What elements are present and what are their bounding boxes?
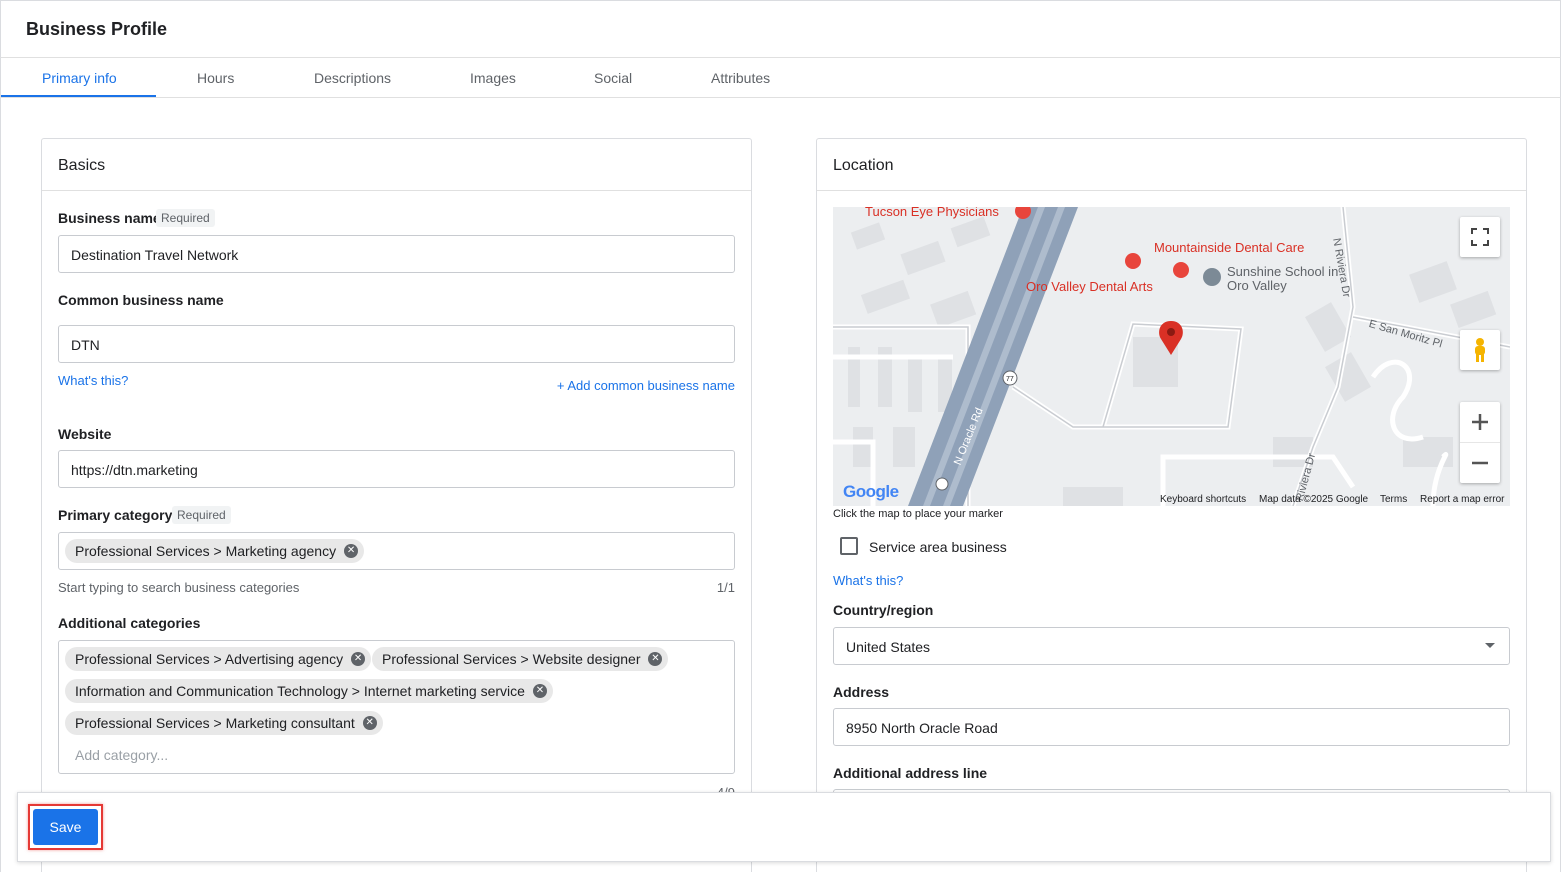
- remove-chip-icon[interactable]: ✕: [351, 652, 366, 666]
- country-value: United States: [846, 639, 931, 655]
- chip-label: Professional Services > Advertising agen…: [75, 651, 344, 667]
- category-chip: Professional Services > Website designer…: [372, 647, 669, 671]
- primary-category-label: Primary category: [58, 507, 173, 523]
- map-school-label[interactable]: Sunshine School in Oro Valley: [1227, 265, 1347, 293]
- required-badge: Required: [156, 209, 215, 227]
- page-header: Business Profile: [0, 0, 1561, 58]
- zoom-controls: [1460, 402, 1500, 483]
- report-map-error-link[interactable]: Report a map error: [1420, 494, 1504, 505]
- chip-label: Information and Communication Technology…: [75, 683, 525, 699]
- keyboard-shortcuts-link[interactable]: Keyboard shortcuts: [1160, 494, 1246, 505]
- service-area-checkbox[interactable]: [840, 537, 858, 555]
- zoom-in-icon[interactable]: [1460, 403, 1500, 443]
- save-button[interactable]: Save: [33, 809, 98, 845]
- route-shield-label: 77: [1006, 376, 1014, 383]
- chevron-down-icon: [1485, 643, 1495, 648]
- category-chip: Professional Services > Advertising agen…: [65, 647, 372, 671]
- additional-categories-input[interactable]: Professional Services > Advertising agen…: [58, 640, 735, 774]
- chip-label: Professional Services > Website designer: [382, 651, 641, 667]
- page-title: Business Profile: [26, 19, 168, 39]
- category-chip: Professional Services > Marketing consul…: [65, 711, 383, 735]
- basics-title: Basics: [58, 157, 106, 174]
- active-tab-indicator: [1, 95, 156, 97]
- additional-categories-label: Additional categories: [58, 615, 201, 631]
- chip-label: Professional Services > Marketing consul…: [75, 715, 355, 731]
- common-name-input[interactable]: DTN: [58, 325, 735, 363]
- basics-card: Basics Business name Required Destinatio…: [41, 138, 752, 872]
- primary-category-input[interactable]: Professional Services > Marketing agency…: [58, 532, 735, 570]
- remove-chip-icon[interactable]: ✕: [532, 684, 547, 698]
- tab-attributes[interactable]: Attributes: [711, 70, 770, 86]
- whats-this-link[interactable]: What's this?: [833, 573, 903, 588]
- website-input[interactable]: https://dtn.marketing: [58, 450, 735, 488]
- business-name-value: Destination Travel Network: [71, 247, 239, 263]
- whats-this-link[interactable]: What's this?: [58, 373, 128, 388]
- add-category-placeholder[interactable]: Add category...: [75, 747, 168, 763]
- google-logo: Google: [843, 482, 899, 501]
- card-divider: [817, 190, 1526, 191]
- common-name-label: Common business name: [58, 292, 224, 308]
- website-value: https://dtn.marketing: [71, 462, 198, 478]
- category-chip: Information and Communication Technology…: [65, 679, 553, 703]
- zoom-out-icon[interactable]: [1460, 443, 1500, 483]
- tab-hours[interactable]: Hours: [197, 70, 234, 86]
- category-count: 1/1: [716, 580, 735, 595]
- tab-images[interactable]: Images: [470, 70, 516, 86]
- country-select[interactable]: United States: [833, 627, 1510, 665]
- country-label: Country/region: [833, 602, 934, 618]
- tab-descriptions[interactable]: Descriptions: [314, 70, 391, 86]
- additional-address-label: Additional address line: [833, 765, 988, 781]
- required-badge: Required: [172, 506, 231, 524]
- card-divider: [42, 190, 751, 191]
- map-hint: Click the map to place your marker: [833, 508, 1003, 520]
- save-bar: Save: [17, 792, 1551, 862]
- category-hint: Start typing to search business categori…: [58, 580, 300, 595]
- common-name-value: DTN: [71, 337, 100, 353]
- business-name-input[interactable]: Destination Travel Network: [58, 235, 735, 273]
- remove-chip-icon[interactable]: ✕: [362, 716, 377, 730]
- fullscreen-icon[interactable]: [1460, 217, 1500, 257]
- map-data-attribution: Map data ©2025 Google: [1259, 494, 1369, 505]
- location-title: Location: [833, 157, 894, 174]
- location-map[interactable]: Tucson Eye Physicians Mountainside Denta…: [833, 207, 1510, 506]
- street-view-pegman-icon[interactable]: [1460, 330, 1500, 370]
- map-place-label[interactable]: Mountainside Dental Care: [1154, 240, 1304, 255]
- category-chip: Professional Services > Marketing agency…: [65, 539, 365, 563]
- tab-primary-info[interactable]: Primary info: [42, 70, 117, 86]
- business-name-label: Business name: [58, 210, 161, 226]
- remove-chip-icon[interactable]: ✕: [648, 652, 663, 666]
- service-area-label[interactable]: Service area business: [869, 539, 1007, 555]
- address-input[interactable]: 8950 North Oracle Road: [833, 708, 1510, 746]
- remove-chip-icon[interactable]: ✕: [344, 544, 359, 558]
- chip-label: Professional Services > Marketing agency: [75, 543, 337, 559]
- tab-bar: Primary info Hours Descriptions Images S…: [0, 58, 1561, 98]
- terms-link[interactable]: Terms: [1380, 494, 1407, 505]
- map-place-label[interactable]: Tucson Eye Physicians: [865, 207, 999, 219]
- map-place-label[interactable]: Oro Valley Dental Arts: [1026, 279, 1153, 294]
- add-common-name-link[interactable]: + Add common business name: [557, 378, 735, 393]
- tab-social[interactable]: Social: [594, 70, 632, 86]
- website-label: Website: [58, 426, 112, 442]
- address-label: Address: [833, 684, 890, 700]
- address-value: 8950 North Oracle Road: [846, 720, 998, 736]
